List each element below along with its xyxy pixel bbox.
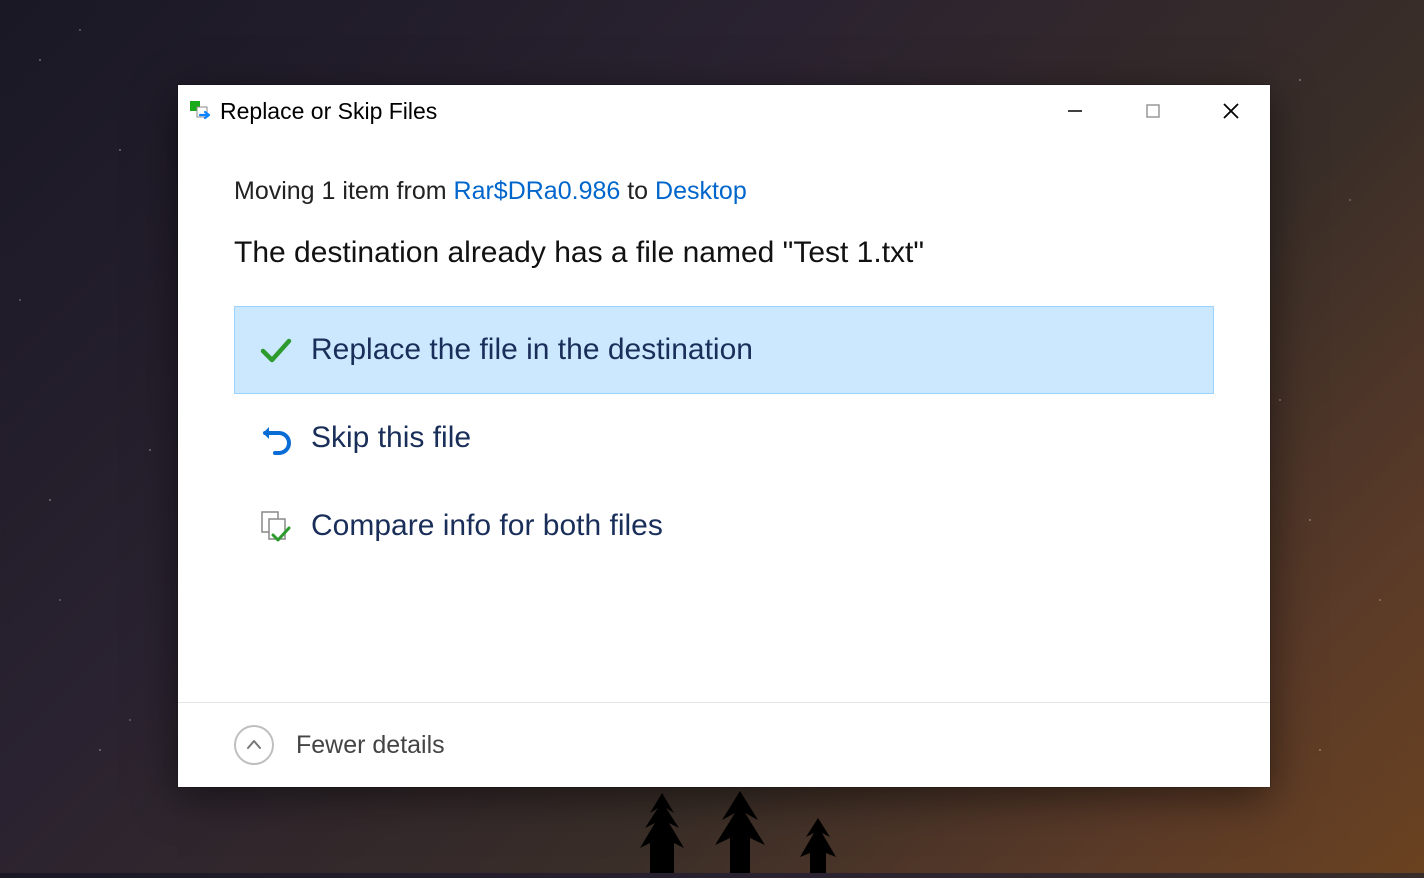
dialog-footer: Fewer details [178,702,1270,787]
dialog-content: Moving 1 item from Rar$DRa0.986 to Deskt… [178,137,1270,702]
close-button[interactable] [1192,85,1270,137]
skip-file-option[interactable]: Skip this file [234,394,1214,482]
fewer-details-label: Fewer details [296,731,445,760]
titlebar: Replace or Skip Files [178,85,1270,137]
replace-option-label: Replace the file in the destination [311,333,753,367]
compare-files-icon [259,509,293,543]
chevron-up-icon [245,736,263,754]
skip-option-label: Skip this file [311,421,471,455]
moving-middle: to [620,177,655,205]
conflict-message: The destination already has a file named… [234,236,1214,270]
destination-folder-link[interactable]: Desktop [655,177,747,205]
minimize-button[interactable] [1036,85,1114,137]
fewer-details-button[interactable] [234,725,274,765]
moving-prefix: Moving 1 item from [234,177,454,205]
undo-icon [259,421,293,455]
file-move-icon [190,101,214,121]
checkmark-icon [259,333,293,367]
replace-file-option[interactable]: Replace the file in the destination [234,306,1214,394]
compare-files-option[interactable]: Compare info for both files [234,482,1214,570]
replace-or-skip-dialog: Replace or Skip Files Moving 1 item from… [178,85,1270,787]
maximize-button[interactable] [1114,85,1192,137]
moving-summary: Moving 1 item from Rar$DRa0.986 to Deskt… [234,177,1214,206]
options-list: Replace the file in the destination Skip… [234,306,1214,570]
compare-option-label: Compare info for both files [311,509,663,543]
source-folder-link[interactable]: Rar$DRa0.986 [454,177,621,205]
window-title: Replace or Skip Files [220,98,437,125]
